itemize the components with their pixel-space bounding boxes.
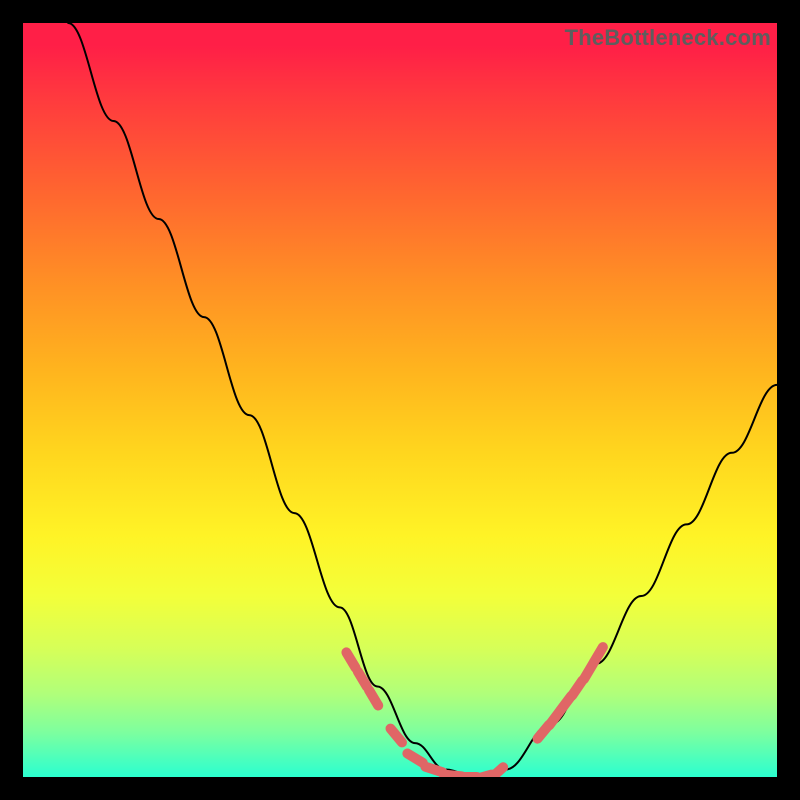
red-dash-cluster — [346, 647, 603, 777]
chart-frame: TheBottleneck.com — [0, 0, 800, 800]
chart-svg — [23, 23, 777, 777]
plot-area: TheBottleneck.com — [23, 23, 777, 777]
black-curve — [68, 23, 777, 777]
